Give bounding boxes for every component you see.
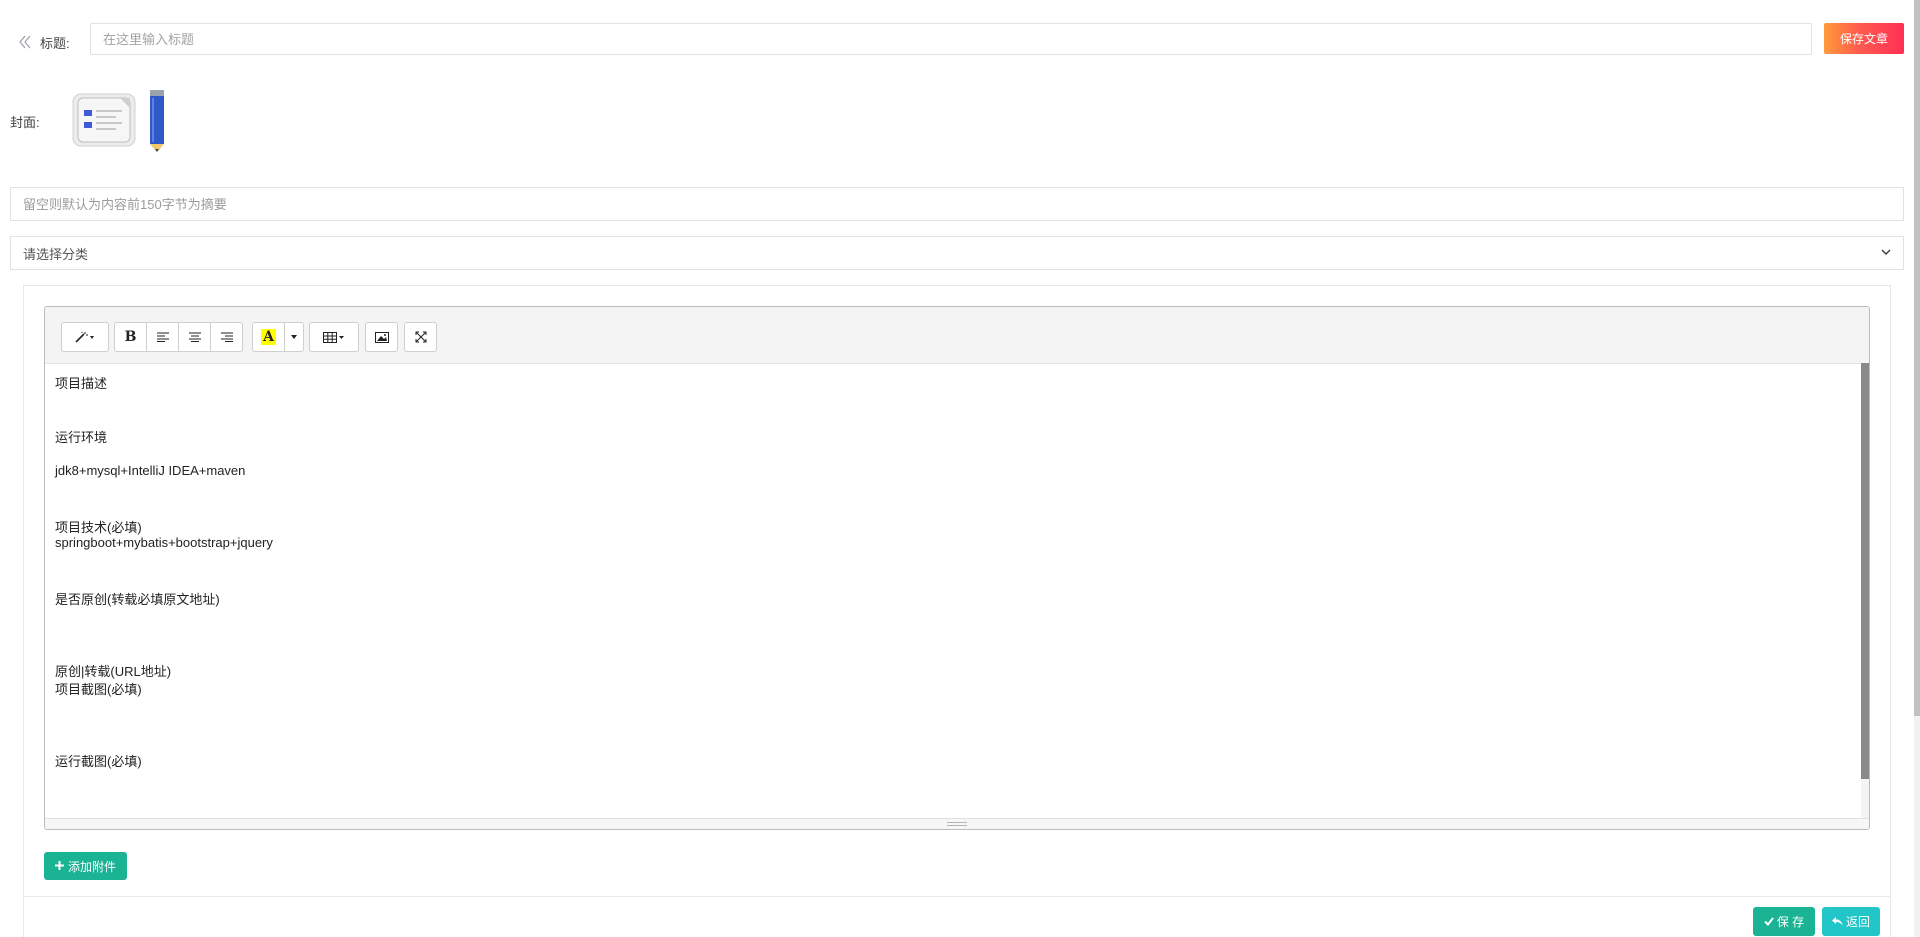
content-line: springboot+mybatis+bootstrap+jquery bbox=[55, 535, 273, 550]
content-line: 原创|转载(URL地址) bbox=[55, 664, 172, 679]
content-line: jdk8+mysql+IntelliJ IDEA+maven bbox=[55, 463, 246, 478]
highlight-color-button[interactable]: A bbox=[252, 322, 285, 352]
return-label: 返回 bbox=[1845, 915, 1870, 929]
table-icon[interactable] bbox=[309, 322, 359, 352]
double-chevron-left-icon[interactable] bbox=[16, 33, 34, 51]
editor-scrollbar-thumb[interactable] bbox=[1861, 363, 1869, 779]
align-center-icon[interactable] bbox=[178, 322, 211, 352]
title-label: 标题: bbox=[40, 36, 70, 51]
content-line: 项目描述 bbox=[55, 376, 108, 391]
rich-text-editor: B A 项目描述 运行环境 jdk8+mysql+IntelliJ IDEA+m… bbox=[44, 306, 1870, 830]
add-attachment-label: 添加附件 bbox=[67, 859, 116, 874]
editor-content[interactable]: 项目描述 运行环境 jdk8+mysql+IntelliJ IDEA+maven… bbox=[45, 363, 1863, 819]
reply-arrow-icon bbox=[1831, 915, 1843, 929]
picture-icon[interactable] bbox=[365, 322, 398, 352]
content-line: 项目截图(必填) bbox=[55, 682, 142, 697]
color-dropdown-caret-icon[interactable] bbox=[284, 322, 304, 352]
save-article-button[interactable]: 保存文章 bbox=[1824, 23, 1904, 54]
save-label: 保 存 bbox=[1776, 915, 1805, 929]
save-button[interactable]: 保 存 bbox=[1753, 907, 1815, 936]
content-line: 项目技术(必填) bbox=[55, 520, 142, 535]
check-icon bbox=[1764, 915, 1774, 929]
chevron-down-icon bbox=[1881, 247, 1891, 259]
cover-image[interactable] bbox=[70, 88, 170, 154]
editor-toolbar: B A bbox=[45, 307, 1869, 364]
resize-grip-icon[interactable] bbox=[947, 822, 967, 826]
magic-wand-style-button[interactable] bbox=[61, 322, 109, 352]
return-button[interactable]: 返回 bbox=[1822, 907, 1880, 936]
bold-button[interactable]: B bbox=[114, 322, 147, 352]
align-right-icon[interactable] bbox=[210, 322, 243, 352]
article-editor-page: 标题: 保存文章 封面: 请选择分类 bbox=[0, 0, 1920, 937]
content-line: 运行环境 bbox=[55, 430, 108, 445]
title-input[interactable] bbox=[90, 23, 1812, 55]
add-attachment-button[interactable]: 添加附件 bbox=[44, 852, 127, 880]
plus-icon bbox=[54, 859, 64, 873]
footer-divider bbox=[24, 896, 1890, 897]
page-scrollbar-thumb[interactable] bbox=[1914, 0, 1920, 716]
cover-label: 封面: bbox=[10, 115, 40, 130]
editor-resize-bar[interactable] bbox=[45, 818, 1869, 829]
content-line: 运行截图(必填) bbox=[55, 754, 142, 769]
highlight-color-label: A bbox=[261, 329, 276, 345]
category-selected-value: 请选择分类 bbox=[23, 246, 89, 262]
fullscreen-icon[interactable] bbox=[404, 322, 437, 352]
category-select[interactable]: 请选择分类 bbox=[10, 236, 1904, 270]
content-line: 是否原创(转载必填原文地址) bbox=[55, 592, 220, 607]
summary-input[interactable] bbox=[10, 187, 1904, 221]
align-left-icon[interactable] bbox=[146, 322, 179, 352]
